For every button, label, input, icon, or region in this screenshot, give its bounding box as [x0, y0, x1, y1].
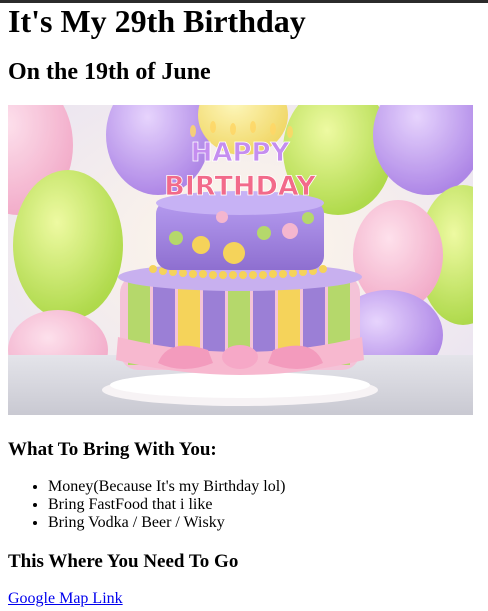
svg-text:BIRTHDAY: BIRTHDAY [164, 171, 316, 202]
date-heading: On the 19th of June [8, 59, 211, 85]
list-item: Money(Because It's my Birthday lol) [48, 478, 468, 496]
list-item: Bring Vodka / Beer / Wisky [48, 514, 468, 532]
bring-heading: What To Bring With You: [8, 439, 217, 460]
location-heading: This Where You Need To Go [8, 551, 239, 572]
bring-list: Money(Because It's my Birthday lol) Brin… [48, 478, 468, 532]
birthday-cake-image: HAPPY BIRTHDAY [8, 105, 473, 415]
page-title: It's My 29th Birthday [8, 3, 306, 39]
list-item: Bring FastFood that i like [48, 496, 468, 514]
svg-text:HAPPY: HAPPY [191, 138, 291, 168]
google-map-link[interactable]: Google Map Link [8, 589, 123, 609]
